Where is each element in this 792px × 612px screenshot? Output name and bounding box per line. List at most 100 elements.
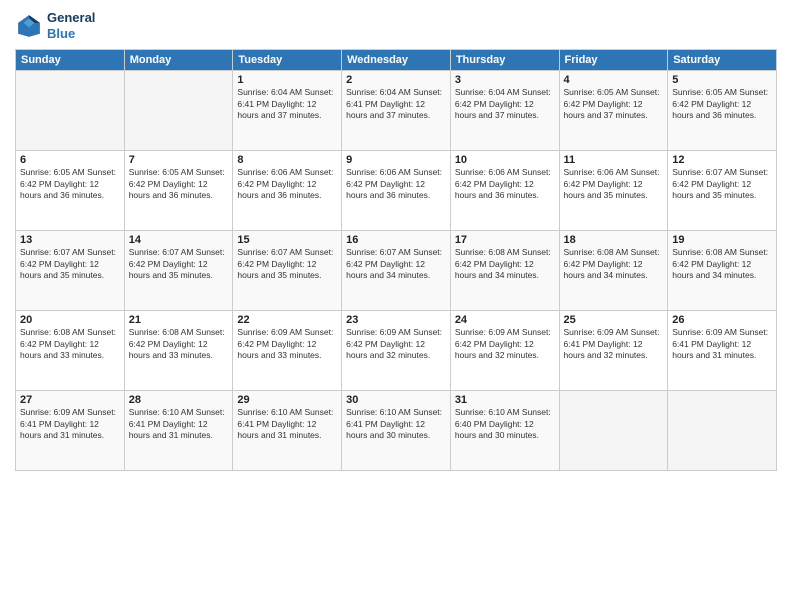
calendar-cell: 22Sunrise: 6:09 AM Sunset: 6:42 PM Dayli… [233, 311, 342, 391]
day-number: 5 [672, 74, 772, 86]
cell-info: Sunrise: 6:10 AM Sunset: 6:41 PM Dayligh… [237, 407, 337, 441]
calendar-cell: 1Sunrise: 6:04 AM Sunset: 6:41 PM Daylig… [233, 71, 342, 151]
day-number: 9 [346, 154, 446, 166]
day-number: 31 [455, 394, 555, 406]
week-row-4: 20Sunrise: 6:08 AM Sunset: 6:42 PM Dayli… [16, 311, 777, 391]
calendar-cell: 9Sunrise: 6:06 AM Sunset: 6:42 PM Daylig… [342, 151, 451, 231]
calendar-cell: 12Sunrise: 6:07 AM Sunset: 6:42 PM Dayli… [668, 151, 777, 231]
day-number: 4 [564, 74, 664, 86]
cell-info: Sunrise: 6:09 AM Sunset: 6:42 PM Dayligh… [237, 327, 337, 361]
calendar-cell: 2Sunrise: 6:04 AM Sunset: 6:41 PM Daylig… [342, 71, 451, 151]
logo: General Blue [15, 10, 95, 41]
calendar-cell: 3Sunrise: 6:04 AM Sunset: 6:42 PM Daylig… [450, 71, 559, 151]
calendar-cell: 10Sunrise: 6:06 AM Sunset: 6:42 PM Dayli… [450, 151, 559, 231]
cell-info: Sunrise: 6:09 AM Sunset: 6:41 PM Dayligh… [564, 327, 664, 361]
day-number: 23 [346, 314, 446, 326]
calendar-cell: 31Sunrise: 6:10 AM Sunset: 6:40 PM Dayli… [450, 391, 559, 471]
week-row-3: 13Sunrise: 6:07 AM Sunset: 6:42 PM Dayli… [16, 231, 777, 311]
cell-info: Sunrise: 6:05 AM Sunset: 6:42 PM Dayligh… [20, 167, 120, 201]
calendar-cell [668, 391, 777, 471]
day-number: 14 [129, 234, 229, 246]
week-row-5: 27Sunrise: 6:09 AM Sunset: 6:41 PM Dayli… [16, 391, 777, 471]
day-number: 30 [346, 394, 446, 406]
day-number: 28 [129, 394, 229, 406]
calendar-cell: 25Sunrise: 6:09 AM Sunset: 6:41 PM Dayli… [559, 311, 668, 391]
calendar-cell [124, 71, 233, 151]
cell-info: Sunrise: 6:07 AM Sunset: 6:42 PM Dayligh… [346, 247, 446, 281]
cell-info: Sunrise: 6:07 AM Sunset: 6:42 PM Dayligh… [237, 247, 337, 281]
weekday-header-saturday: Saturday [668, 50, 777, 71]
calendar-cell [559, 391, 668, 471]
cell-info: Sunrise: 6:08 AM Sunset: 6:42 PM Dayligh… [564, 247, 664, 281]
cell-info: Sunrise: 6:06 AM Sunset: 6:42 PM Dayligh… [346, 167, 446, 201]
calendar-cell: 23Sunrise: 6:09 AM Sunset: 6:42 PM Dayli… [342, 311, 451, 391]
weekday-header-monday: Monday [124, 50, 233, 71]
calendar-cell: 7Sunrise: 6:05 AM Sunset: 6:42 PM Daylig… [124, 151, 233, 231]
calendar-cell: 5Sunrise: 6:05 AM Sunset: 6:42 PM Daylig… [668, 71, 777, 151]
day-number: 29 [237, 394, 337, 406]
cell-info: Sunrise: 6:10 AM Sunset: 6:41 PM Dayligh… [129, 407, 229, 441]
calendar-cell: 28Sunrise: 6:10 AM Sunset: 6:41 PM Dayli… [124, 391, 233, 471]
cell-info: Sunrise: 6:10 AM Sunset: 6:40 PM Dayligh… [455, 407, 555, 441]
cell-info: Sunrise: 6:06 AM Sunset: 6:42 PM Dayligh… [564, 167, 664, 201]
calendar-cell [16, 71, 125, 151]
calendar-cell: 24Sunrise: 6:09 AM Sunset: 6:42 PM Dayli… [450, 311, 559, 391]
cell-info: Sunrise: 6:08 AM Sunset: 6:42 PM Dayligh… [672, 247, 772, 281]
cell-info: Sunrise: 6:08 AM Sunset: 6:42 PM Dayligh… [20, 327, 120, 361]
calendar-cell: 29Sunrise: 6:10 AM Sunset: 6:41 PM Dayli… [233, 391, 342, 471]
cell-info: Sunrise: 6:08 AM Sunset: 6:42 PM Dayligh… [129, 327, 229, 361]
day-number: 2 [346, 74, 446, 86]
calendar-cell: 30Sunrise: 6:10 AM Sunset: 6:41 PM Dayli… [342, 391, 451, 471]
cell-info: Sunrise: 6:05 AM Sunset: 6:42 PM Dayligh… [672, 87, 772, 121]
calendar-cell: 27Sunrise: 6:09 AM Sunset: 6:41 PM Dayli… [16, 391, 125, 471]
cell-info: Sunrise: 6:09 AM Sunset: 6:41 PM Dayligh… [20, 407, 120, 441]
calendar-cell: 4Sunrise: 6:05 AM Sunset: 6:42 PM Daylig… [559, 71, 668, 151]
day-number: 10 [455, 154, 555, 166]
day-number: 7 [129, 154, 229, 166]
logo-icon [15, 12, 43, 40]
page: General Blue SundayMondayTuesdayWednesda… [0, 0, 792, 612]
cell-info: Sunrise: 6:04 AM Sunset: 6:41 PM Dayligh… [237, 87, 337, 121]
day-number: 24 [455, 314, 555, 326]
weekday-header-friday: Friday [559, 50, 668, 71]
day-number: 1 [237, 74, 337, 86]
calendar-cell: 17Sunrise: 6:08 AM Sunset: 6:42 PM Dayli… [450, 231, 559, 311]
calendar-cell: 8Sunrise: 6:06 AM Sunset: 6:42 PM Daylig… [233, 151, 342, 231]
weekday-header-sunday: Sunday [16, 50, 125, 71]
day-number: 18 [564, 234, 664, 246]
calendar-cell: 13Sunrise: 6:07 AM Sunset: 6:42 PM Dayli… [16, 231, 125, 311]
cell-info: Sunrise: 6:05 AM Sunset: 6:42 PM Dayligh… [564, 87, 664, 121]
week-row-2: 6Sunrise: 6:05 AM Sunset: 6:42 PM Daylig… [16, 151, 777, 231]
cell-info: Sunrise: 6:04 AM Sunset: 6:42 PM Dayligh… [455, 87, 555, 121]
week-row-1: 1Sunrise: 6:04 AM Sunset: 6:41 PM Daylig… [16, 71, 777, 151]
cell-info: Sunrise: 6:10 AM Sunset: 6:41 PM Dayligh… [346, 407, 446, 441]
cell-info: Sunrise: 6:07 AM Sunset: 6:42 PM Dayligh… [672, 167, 772, 201]
cell-info: Sunrise: 6:07 AM Sunset: 6:42 PM Dayligh… [20, 247, 120, 281]
cell-info: Sunrise: 6:06 AM Sunset: 6:42 PM Dayligh… [455, 167, 555, 201]
cell-info: Sunrise: 6:09 AM Sunset: 6:42 PM Dayligh… [455, 327, 555, 361]
calendar-table: SundayMondayTuesdayWednesdayThursdayFrid… [15, 49, 777, 471]
cell-info: Sunrise: 6:09 AM Sunset: 6:42 PM Dayligh… [346, 327, 446, 361]
calendar-cell: 6Sunrise: 6:05 AM Sunset: 6:42 PM Daylig… [16, 151, 125, 231]
day-number: 3 [455, 74, 555, 86]
calendar-cell: 19Sunrise: 6:08 AM Sunset: 6:42 PM Dayli… [668, 231, 777, 311]
day-number: 13 [20, 234, 120, 246]
calendar-cell: 15Sunrise: 6:07 AM Sunset: 6:42 PM Dayli… [233, 231, 342, 311]
day-number: 11 [564, 154, 664, 166]
logo-text: General Blue [47, 10, 95, 41]
cell-info: Sunrise: 6:05 AM Sunset: 6:42 PM Dayligh… [129, 167, 229, 201]
day-number: 27 [20, 394, 120, 406]
cell-info: Sunrise: 6:04 AM Sunset: 6:41 PM Dayligh… [346, 87, 446, 121]
day-number: 15 [237, 234, 337, 246]
day-number: 8 [237, 154, 337, 166]
day-number: 17 [455, 234, 555, 246]
cell-info: Sunrise: 6:09 AM Sunset: 6:41 PM Dayligh… [672, 327, 772, 361]
day-number: 20 [20, 314, 120, 326]
weekday-header-tuesday: Tuesday [233, 50, 342, 71]
day-number: 6 [20, 154, 120, 166]
day-number: 16 [346, 234, 446, 246]
day-number: 22 [237, 314, 337, 326]
calendar-cell: 11Sunrise: 6:06 AM Sunset: 6:42 PM Dayli… [559, 151, 668, 231]
cell-info: Sunrise: 6:06 AM Sunset: 6:42 PM Dayligh… [237, 167, 337, 201]
day-number: 12 [672, 154, 772, 166]
